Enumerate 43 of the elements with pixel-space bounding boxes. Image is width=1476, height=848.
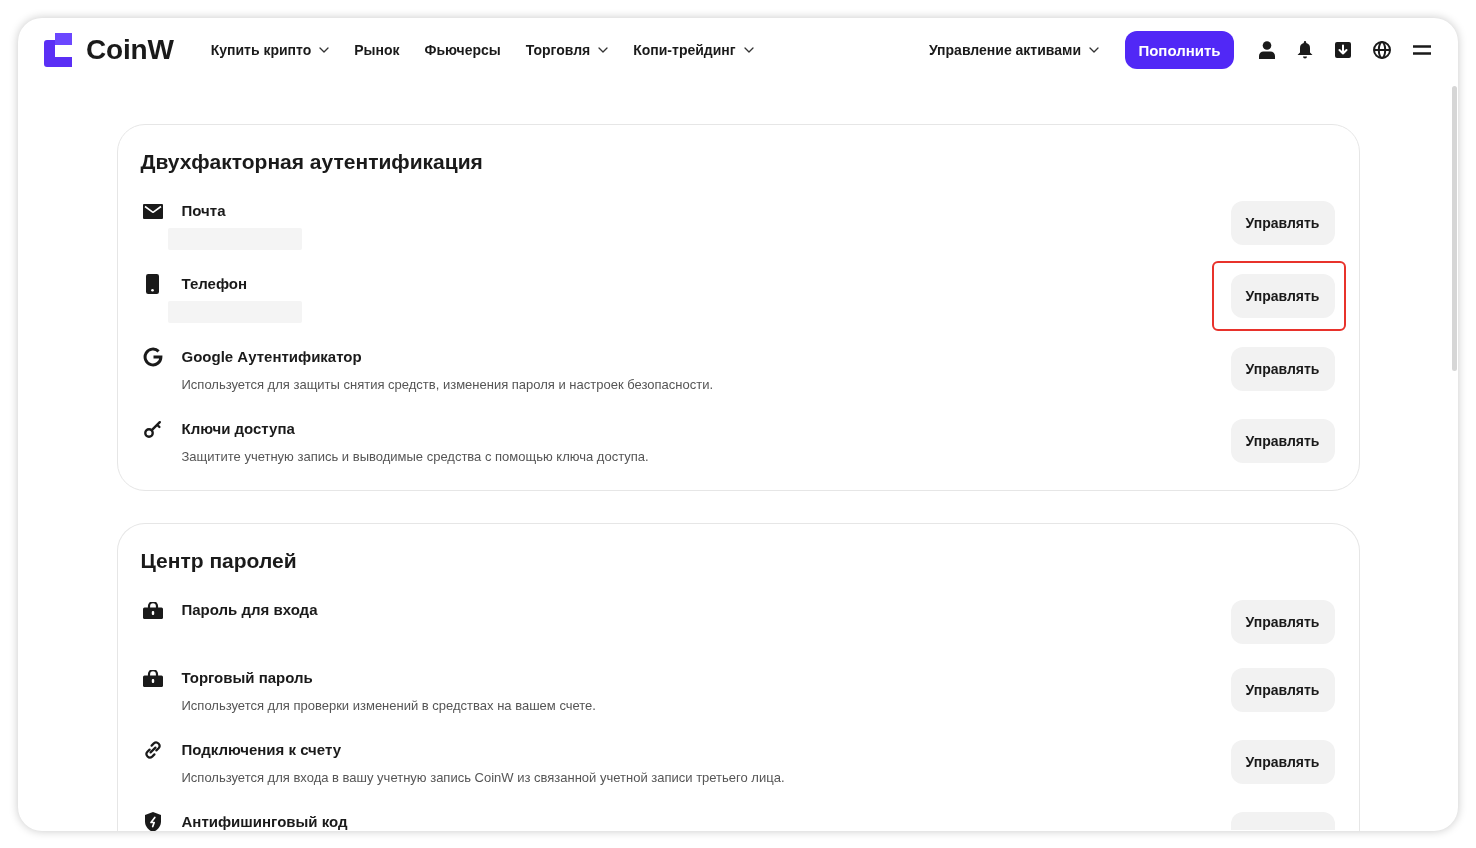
manage-button[interactable]: Управлять: [1230, 600, 1335, 644]
manage-button[interactable]: Управлять: [1230, 668, 1335, 712]
item-title: Пароль для входа: [181, 600, 319, 620]
item-title: Ключи доступа: [181, 419, 296, 439]
item-description: Защитите учетную запись и выводимые средства с помощью ключа доступа.: [181, 448, 650, 466]
nav-dropdown[interactable]: Управление активами: [928, 42, 1099, 58]
item-title: Телефон: [181, 274, 249, 294]
key-icon: [143, 420, 162, 438]
scrollbar-thumb[interactable]: [1452, 86, 1457, 371]
bell-icon[interactable]: [1297, 41, 1313, 59]
section-title: Центр паролей: [140, 548, 298, 574]
nav-link[interactable]: Торговля: [525, 42, 609, 58]
nav-link[interactable]: Рынок: [354, 42, 400, 58]
item-title: Google Аутентификатор: [181, 347, 363, 367]
manage-button[interactable]: Управлять: [1230, 201, 1335, 245]
item-title: Антифишинговый код: [181, 812, 349, 831]
menu-icon[interactable]: [1413, 45, 1431, 55]
logo-icon: [44, 33, 72, 67]
manage-button[interactable]: Управлять: [1230, 274, 1335, 318]
section-title: Двухфакторная аутентификация: [140, 149, 484, 175]
manage-button[interactable]: Управлять: [1230, 740, 1335, 784]
envelope-icon: [142, 203, 163, 219]
logo-text: CoinW: [86, 34, 174, 66]
lock-icon: [142, 601, 163, 619]
item-description: Используется для защиты снятия средств, изменения пароля и настроек безопасности.: [181, 376, 714, 394]
nav-link[interactable]: Купить крипто: [210, 42, 330, 58]
manage-button[interactable]: Управлять: [1230, 419, 1335, 463]
item-description: Используется для проверки изменений в средствах на вашем счете.: [181, 697, 597, 715]
g-icon: [142, 347, 163, 367]
phone-icon: [146, 274, 159, 294]
item-description: Используется для входа в вашу учетную запись CoinW из связанной учетной записи третьего лица.: [181, 769, 786, 787]
lock-icon: [142, 669, 163, 687]
link-icon: [142, 740, 163, 760]
globe-icon[interactable]: [1373, 41, 1391, 59]
item-title: Почта: [181, 201, 227, 221]
download-icon[interactable]: [1335, 41, 1351, 59]
deposit-button[interactable]: Пополнить: [1125, 31, 1234, 69]
nav-link[interactable]: Фьючерсы: [424, 42, 501, 58]
manage-button[interactable]: Управлять: [1230, 347, 1335, 391]
item-title: Подключения к счету: [181, 740, 343, 760]
nav-link[interactable]: Копи-трейдинг: [633, 42, 754, 58]
user-icon[interactable]: [1259, 41, 1275, 59]
item-title: Торговый пароль: [181, 668, 314, 688]
